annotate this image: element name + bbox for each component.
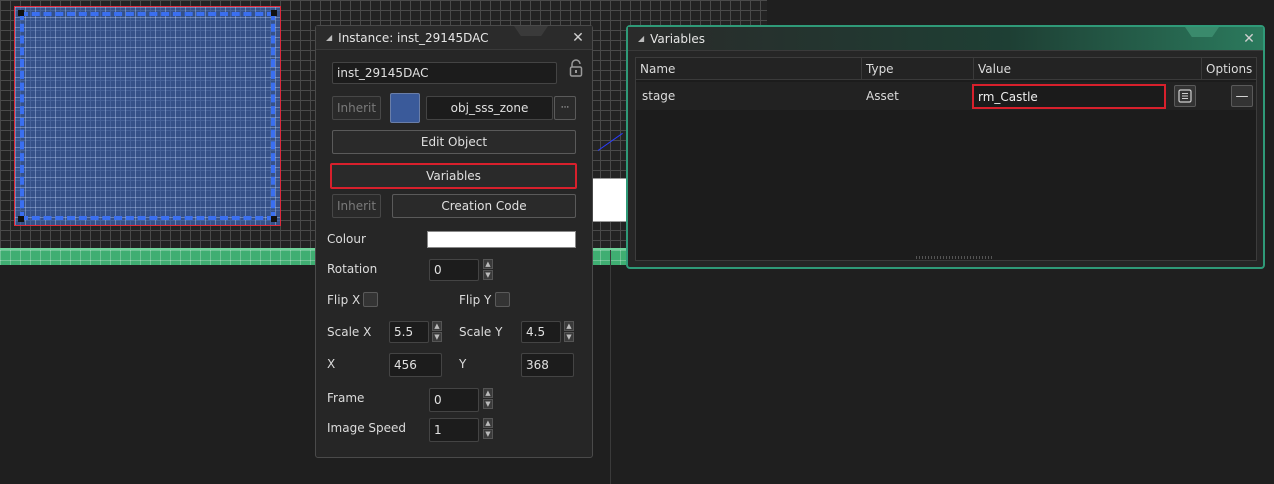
room-divider (610, 250, 611, 484)
collapse-triangle-icon[interactable]: ◢ (638, 34, 644, 43)
variables-button[interactable]: Variables (330, 163, 577, 189)
close-icon[interactable]: ✕ (570, 30, 586, 46)
instance-panel-titlebar[interactable]: ◢ Instance: inst_29145DAC ✕ (316, 26, 592, 50)
rotation-stepper[interactable]: ▲ ▼ (483, 259, 493, 280)
panel-notch (514, 26, 548, 36)
white-instance[interactable] (590, 178, 630, 222)
instance-name-field[interactable]: inst_29145DAC (332, 62, 557, 84)
variables-panel-title: Variables (650, 31, 705, 46)
x-label: X (327, 357, 336, 371)
scale-y-stepper[interactable]: ▲ ▼ (564, 321, 574, 342)
scale-y-field[interactable]: 4.5 (521, 321, 561, 343)
resize-handle-top-right[interactable] (271, 10, 277, 16)
resize-handle-top-left[interactable] (18, 10, 24, 16)
inherit-creation-code-button[interactable]: Inherit (332, 194, 381, 218)
x-position-field[interactable]: 456 (389, 353, 442, 377)
lock-icon[interactable] (569, 59, 583, 77)
image-speed-stepper[interactable]: ▲ ▼ (483, 418, 493, 439)
colour-swatch[interactable] (427, 231, 576, 248)
variable-value-field[interactable]: rm_Castle (972, 84, 1166, 109)
instance-panel-title: Instance: inst_29145DAC (338, 30, 489, 45)
flip-x-checkbox[interactable] (363, 292, 378, 307)
scale-x-label: Scale X (327, 325, 372, 339)
zone-dashed-border (20, 12, 275, 220)
resize-handle-bottom-right[interactable] (271, 216, 277, 222)
collapse-triangle-icon[interactable]: ◢ (326, 33, 332, 42)
frame-label: Frame (327, 391, 365, 405)
remove-variable-button[interactable]: — (1231, 85, 1253, 107)
colour-label: Colour (327, 232, 366, 246)
variables-panel-titlebar[interactable]: ◢ Variables ✕ (628, 27, 1263, 51)
panel-notch (1185, 27, 1219, 37)
instance-panel: ◢ Instance: inst_29145DAC ✕ inst_29145DA… (315, 25, 593, 458)
creation-code-button[interactable]: Creation Code (392, 194, 576, 218)
resize-grip[interactable] (916, 256, 992, 259)
variables-table: Name Type Value Options stage Asset rm_C… (635, 57, 1257, 261)
frame-stepper[interactable]: ▲ ▼ (483, 388, 493, 409)
close-icon[interactable]: ✕ (1241, 31, 1257, 47)
object-more-button[interactable]: ··· (554, 96, 576, 120)
flip-y-label: Flip Y (459, 293, 492, 307)
y-label: Y (459, 357, 467, 371)
rotation-field[interactable]: 0 (429, 259, 479, 281)
scale-x-stepper[interactable]: ▲ ▼ (432, 321, 442, 342)
column-header-type[interactable]: Type (862, 58, 974, 80)
image-speed-label: Image Speed (327, 421, 407, 435)
column-header-value[interactable]: Value (974, 58, 1202, 80)
flip-y-checkbox[interactable] (495, 292, 510, 307)
variable-type-cell[interactable]: Asset (862, 82, 899, 110)
scale-x-field[interactable]: 5.5 (389, 321, 429, 343)
asset-picker-icon[interactable] (1174, 85, 1196, 107)
selected-zone-instance[interactable] (14, 6, 281, 226)
scale-y-label: Scale Y (459, 325, 503, 339)
object-sprite-preview[interactable] (390, 93, 420, 123)
variable-name-cell[interactable]: stage (638, 82, 675, 110)
frame-field[interactable]: 0 (429, 388, 479, 412)
image-speed-field[interactable]: 1 (429, 418, 479, 442)
table-header: Name Type Value Options (636, 58, 1256, 80)
inherit-button[interactable]: Inherit (332, 96, 381, 120)
y-position-field[interactable]: 368 (521, 353, 574, 377)
variables-panel: ◢ Variables ✕ Name Type Value Options st… (626, 25, 1265, 269)
table-row[interactable]: stage Asset rm_Castle — (636, 82, 1256, 110)
resize-handle-bottom-left[interactable] (18, 216, 24, 222)
column-header-name[interactable]: Name (636, 58, 862, 80)
column-header-options[interactable]: Options (1202, 58, 1258, 80)
object-name-field[interactable]: obj_sss_zone (426, 96, 553, 120)
rotation-label: Rotation (327, 262, 378, 276)
flip-x-label: Flip X (327, 293, 361, 307)
edit-object-button[interactable]: Edit Object (332, 130, 576, 154)
